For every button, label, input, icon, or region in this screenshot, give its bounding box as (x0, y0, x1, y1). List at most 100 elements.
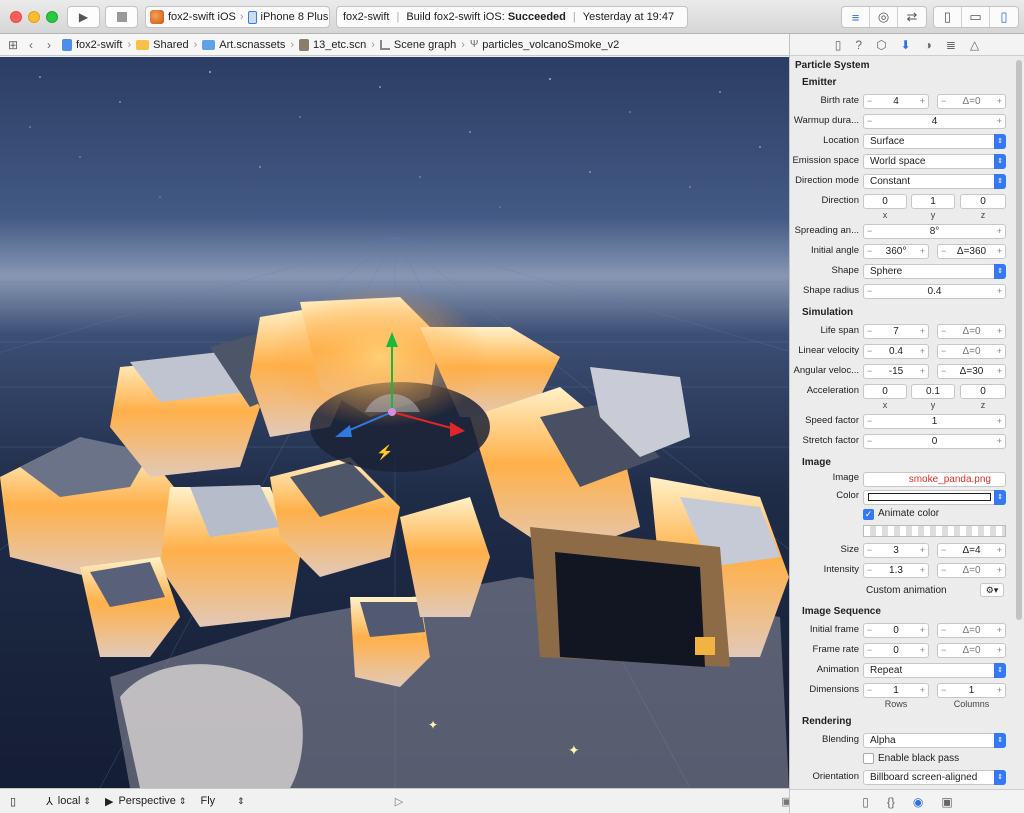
direction-z-field[interactable]: 0 (960, 194, 1006, 209)
shape-radius-value[interactable]: 0.4 (928, 286, 942, 297)
angular-velocity-stepper[interactable]: − -15 + (863, 364, 929, 379)
blending-popup[interactable]: Alpha ⇕ (863, 733, 1006, 748)
physics-inspector-icon[interactable]: ≣ (946, 38, 956, 52)
life-span-variation-value[interactable]: Δ=0 (962, 326, 980, 337)
image-file-field[interactable]: smoke_panda.png (863, 472, 1006, 487)
breadcrumb-item-scene[interactable]: 13_etc.scn (313, 39, 366, 51)
linear-velocity-stepper[interactable]: −0.4 + (863, 344, 929, 359)
version-editor-icon[interactable]: ⇄ (898, 7, 926, 27)
related-items-icon[interactable]: ⊞ (4, 38, 22, 52)
scene-inspector-icon[interactable]: △ (970, 38, 979, 52)
minimize-window-button[interactable] (28, 11, 40, 23)
initial-angle-stepper[interactable]: −360° + (863, 244, 929, 259)
intensity-variation[interactable]: − Δ=0 + (937, 563, 1006, 578)
orientation-popup[interactable]: Billboard screen-aligned ⇕ (863, 770, 1006, 785)
stop-button[interactable] (105, 6, 138, 28)
attributes-inspector-icon[interactable]: ⬇ (901, 38, 911, 52)
navigation-mode-popup[interactable]: Fly ⇕ (200, 795, 244, 807)
zoom-window-button[interactable] (46, 11, 58, 23)
animation-popup[interactable]: Repeat ⇕ (863, 663, 1006, 678)
life-span-value[interactable]: 7 (893, 326, 899, 337)
angular-velocity-value[interactable]: -15 (889, 366, 903, 377)
angular-velocity-variation-value[interactable]: Δ=30 (960, 366, 984, 377)
breadcrumb-item-particles[interactable]: particles_volcanoSmoke_v2 (482, 39, 619, 51)
navigator-toggle-icon[interactable]: ▯ (934, 7, 962, 27)
birth-rate-variation-value[interactable]: Δ=0 (962, 96, 980, 107)
acceleration-x-field[interactable]: 0 (863, 384, 907, 399)
life-span-stepper[interactable]: −7 + (863, 324, 929, 339)
direction-x-field[interactable]: 0 (863, 194, 907, 209)
media-library-icon[interactable]: ▣ (941, 795, 952, 809)
gear-icon[interactable]: ⚙▾ (980, 583, 1004, 597)
linear-velocity-value[interactable]: 0.4 (889, 346, 903, 357)
frame-rate-variation[interactable]: − Δ=0 + (937, 643, 1006, 658)
direction-mode-popup[interactable]: Constant ⇕ (863, 174, 1006, 189)
columns-value[interactable]: 1 (969, 685, 975, 696)
material-inspector-icon[interactable]: ◑ (925, 38, 932, 52)
black-pass-checkbox[interactable] (863, 753, 874, 764)
direction-y-field[interactable]: 1 (911, 194, 955, 209)
frame-rate-variation-value[interactable]: Δ=0 (962, 645, 980, 656)
birth-rate-variation[interactable]: − Δ=0 + (937, 94, 1006, 109)
initial-angle-variation[interactable]: − Δ=360 + (937, 244, 1006, 259)
warmup-stepper[interactable]: −4 + (863, 114, 1006, 129)
play-scene-icon[interactable]: ▷ (395, 795, 403, 808)
rows-value[interactable]: 1 (893, 685, 899, 696)
utilities-toggle-icon[interactable]: ▯ (990, 7, 1018, 27)
acceleration-z-field[interactable]: 0 (960, 384, 1006, 399)
run-button[interactable]: ▶ (67, 6, 100, 28)
animate-color-checkbox[interactable]: ✓ (863, 509, 874, 520)
breadcrumb-item-shared[interactable]: Shared (153, 39, 188, 51)
spreading-value[interactable]: 8° (930, 226, 940, 237)
breadcrumb-item-scnassets[interactable]: Art.scnassets (219, 39, 285, 51)
shape-popup[interactable]: Sphere ⇕ (863, 264, 1006, 279)
scene-viewport[interactable]: ⚡ ✦ ✦ (0, 57, 789, 788)
scheme-selector[interactable]: fox2-swift iOS › iPhone 8 Plus (145, 6, 330, 28)
object-library-icon[interactable]: ◉ (913, 795, 923, 809)
file-template-library-icon[interactable]: ▯ (862, 795, 869, 809)
debug-area-toggle-icon[interactable]: ▭ (962, 7, 990, 27)
node-inspector-icon[interactable]: ⬡ (876, 38, 886, 52)
inspector-scrollbar[interactable] (1016, 60, 1022, 620)
camera-popup[interactable]: ▶ Perspective ⇕ (105, 795, 187, 808)
intensity-variation-value[interactable]: Δ=0 (962, 565, 980, 576)
quick-help-icon[interactable]: ? (855, 38, 862, 52)
columns-stepper[interactable]: −1 + (937, 683, 1006, 698)
life-span-variation[interactable]: − Δ=0 + (937, 324, 1006, 339)
location-popup[interactable]: Surface ⇕ (863, 134, 1006, 149)
initial-frame-value[interactable]: 0 (893, 625, 899, 636)
initial-frame-variation-value[interactable]: Δ=0 (962, 625, 980, 636)
file-inspector-icon[interactable]: ▯ (835, 38, 842, 52)
close-window-button[interactable] (10, 11, 22, 23)
breadcrumb-item-scene-graph[interactable]: Scene graph (394, 39, 456, 51)
linear-velocity-variation[interactable]: − Δ=0 + (937, 344, 1006, 359)
outline-toggle-icon[interactable]: ▯ (10, 795, 16, 808)
size-variation[interactable]: − Δ=4 + (937, 543, 1006, 558)
frame-rate-value[interactable]: 0 (893, 645, 899, 656)
code-snippet-library-icon[interactable]: {} (887, 795, 895, 809)
birth-rate-stepper[interactable]: −4 + (863, 94, 929, 109)
stretch-factor-stepper[interactable]: −0 + (863, 434, 1006, 449)
color-well[interactable]: ⇕ (863, 490, 1006, 505)
warmup-value[interactable]: 4 (932, 116, 938, 127)
initial-frame-stepper[interactable]: −0 + (863, 623, 929, 638)
initial-frame-variation[interactable]: − Δ=0 + (937, 623, 1006, 638)
initial-angle-variation-value[interactable]: Δ=360 (957, 246, 986, 257)
speed-factor-stepper[interactable]: −1 + (863, 414, 1006, 429)
spreading-stepper[interactable]: −8° + (863, 224, 1006, 239)
assistant-editor-icon[interactable]: ◎ (870, 7, 898, 27)
acceleration-y-field[interactable]: 0.1 (911, 384, 955, 399)
back-button[interactable]: ‹ (22, 38, 40, 52)
shape-radius-stepper[interactable]: −0.4 + (863, 284, 1006, 299)
device-name[interactable]: iPhone 8 Plus (261, 11, 329, 23)
intensity-value[interactable]: 1.3 (889, 565, 903, 576)
coordinate-space-popup[interactable]: ⅄ local ⇕ (46, 795, 91, 808)
standard-editor-icon[interactable]: ≡ (842, 7, 870, 27)
emission-space-popup[interactable]: World space ⇕ (863, 154, 1006, 169)
size-stepper[interactable]: −3 + (863, 543, 929, 558)
rows-stepper[interactable]: −1 + (863, 683, 929, 698)
speed-factor-value[interactable]: 1 (932, 416, 938, 427)
angular-velocity-variation[interactable]: − Δ=30 + (937, 364, 1006, 379)
size-value[interactable]: 3 (893, 545, 899, 556)
color-ramp[interactable] (863, 525, 1006, 537)
